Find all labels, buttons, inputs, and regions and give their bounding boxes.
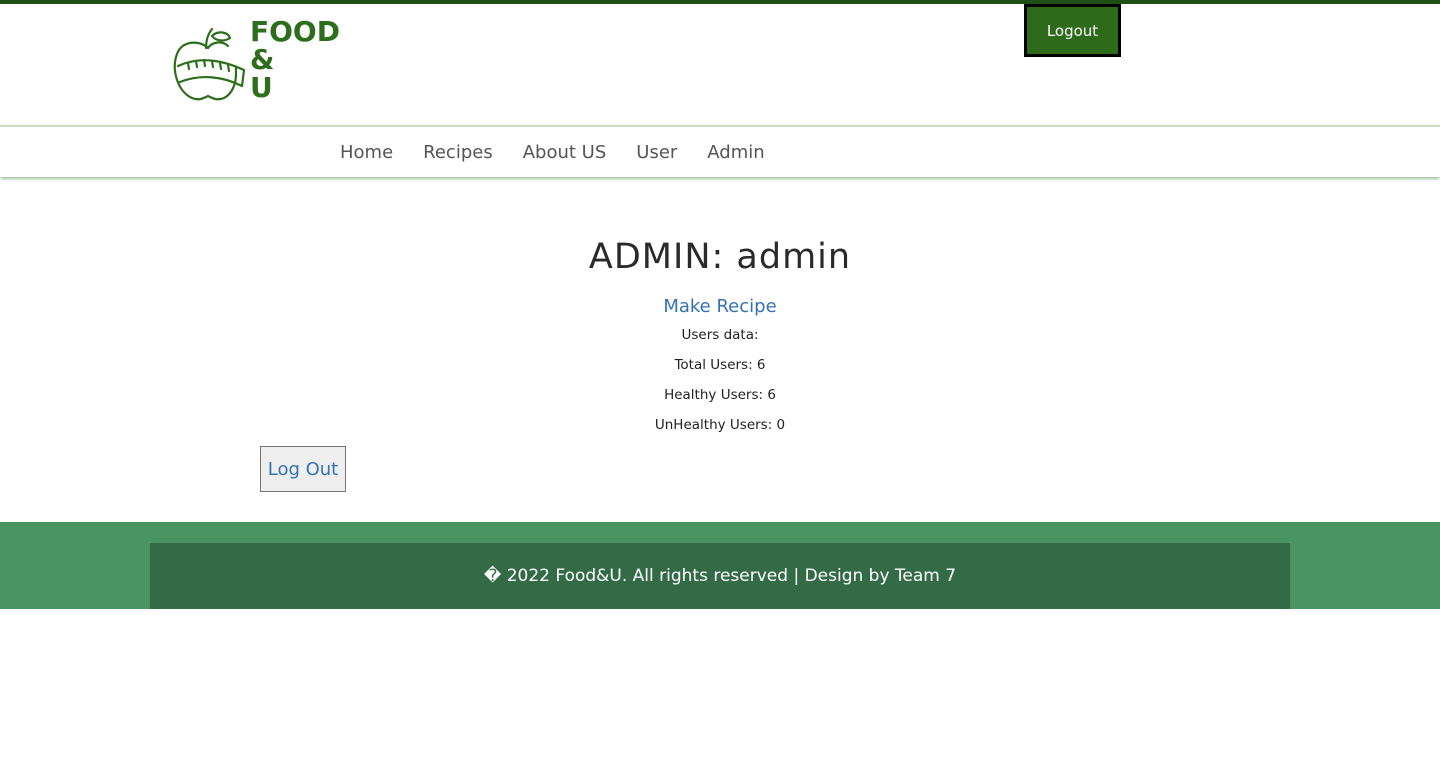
nav-item-recipes[interactable]: Recipes xyxy=(423,142,493,163)
nav-item-admin[interactable]: Admin xyxy=(707,142,764,163)
site-header: FOOD & U Logout xyxy=(0,4,1440,125)
admin-panel: ADMIN: admin Make Recipe Users data: Tot… xyxy=(0,177,1440,522)
site-logo[interactable]: FOOD & U xyxy=(170,18,355,113)
page-title: ADMIN: admin xyxy=(588,237,852,277)
logo-wordmark: FOOD & U xyxy=(250,18,340,102)
nav-item-home[interactable]: Home xyxy=(340,142,393,163)
log-out-button[interactable]: Log Out xyxy=(260,446,346,492)
footer-copyright: � 2022 Food&U. All rights reserved | Des… xyxy=(150,543,1290,609)
site-footer: � 2022 Food&U. All rights reserved | Des… xyxy=(0,522,1440,609)
logo-line: & xyxy=(250,43,275,76)
logo-line: U xyxy=(250,71,273,104)
nav-item-about-us[interactable]: About US xyxy=(523,142,607,163)
users-data-label: Users data: xyxy=(681,327,759,343)
apple-tape-icon xyxy=(173,27,246,101)
logo-line: FOOD xyxy=(250,15,340,48)
nav-item-user[interactable]: User xyxy=(636,142,677,163)
unhealthy-users-stat: UnHealthy Users: 0 xyxy=(654,417,786,433)
healthy-users-stat: Healthy Users: 6 xyxy=(664,387,776,403)
make-recipe-link[interactable]: Make Recipe xyxy=(0,296,1440,317)
main-nav: Home Recipes About US User Admin xyxy=(0,125,1440,177)
header-logout-button[interactable]: Logout xyxy=(1024,4,1121,57)
total-users-stat: Total Users: 6 xyxy=(674,357,766,373)
